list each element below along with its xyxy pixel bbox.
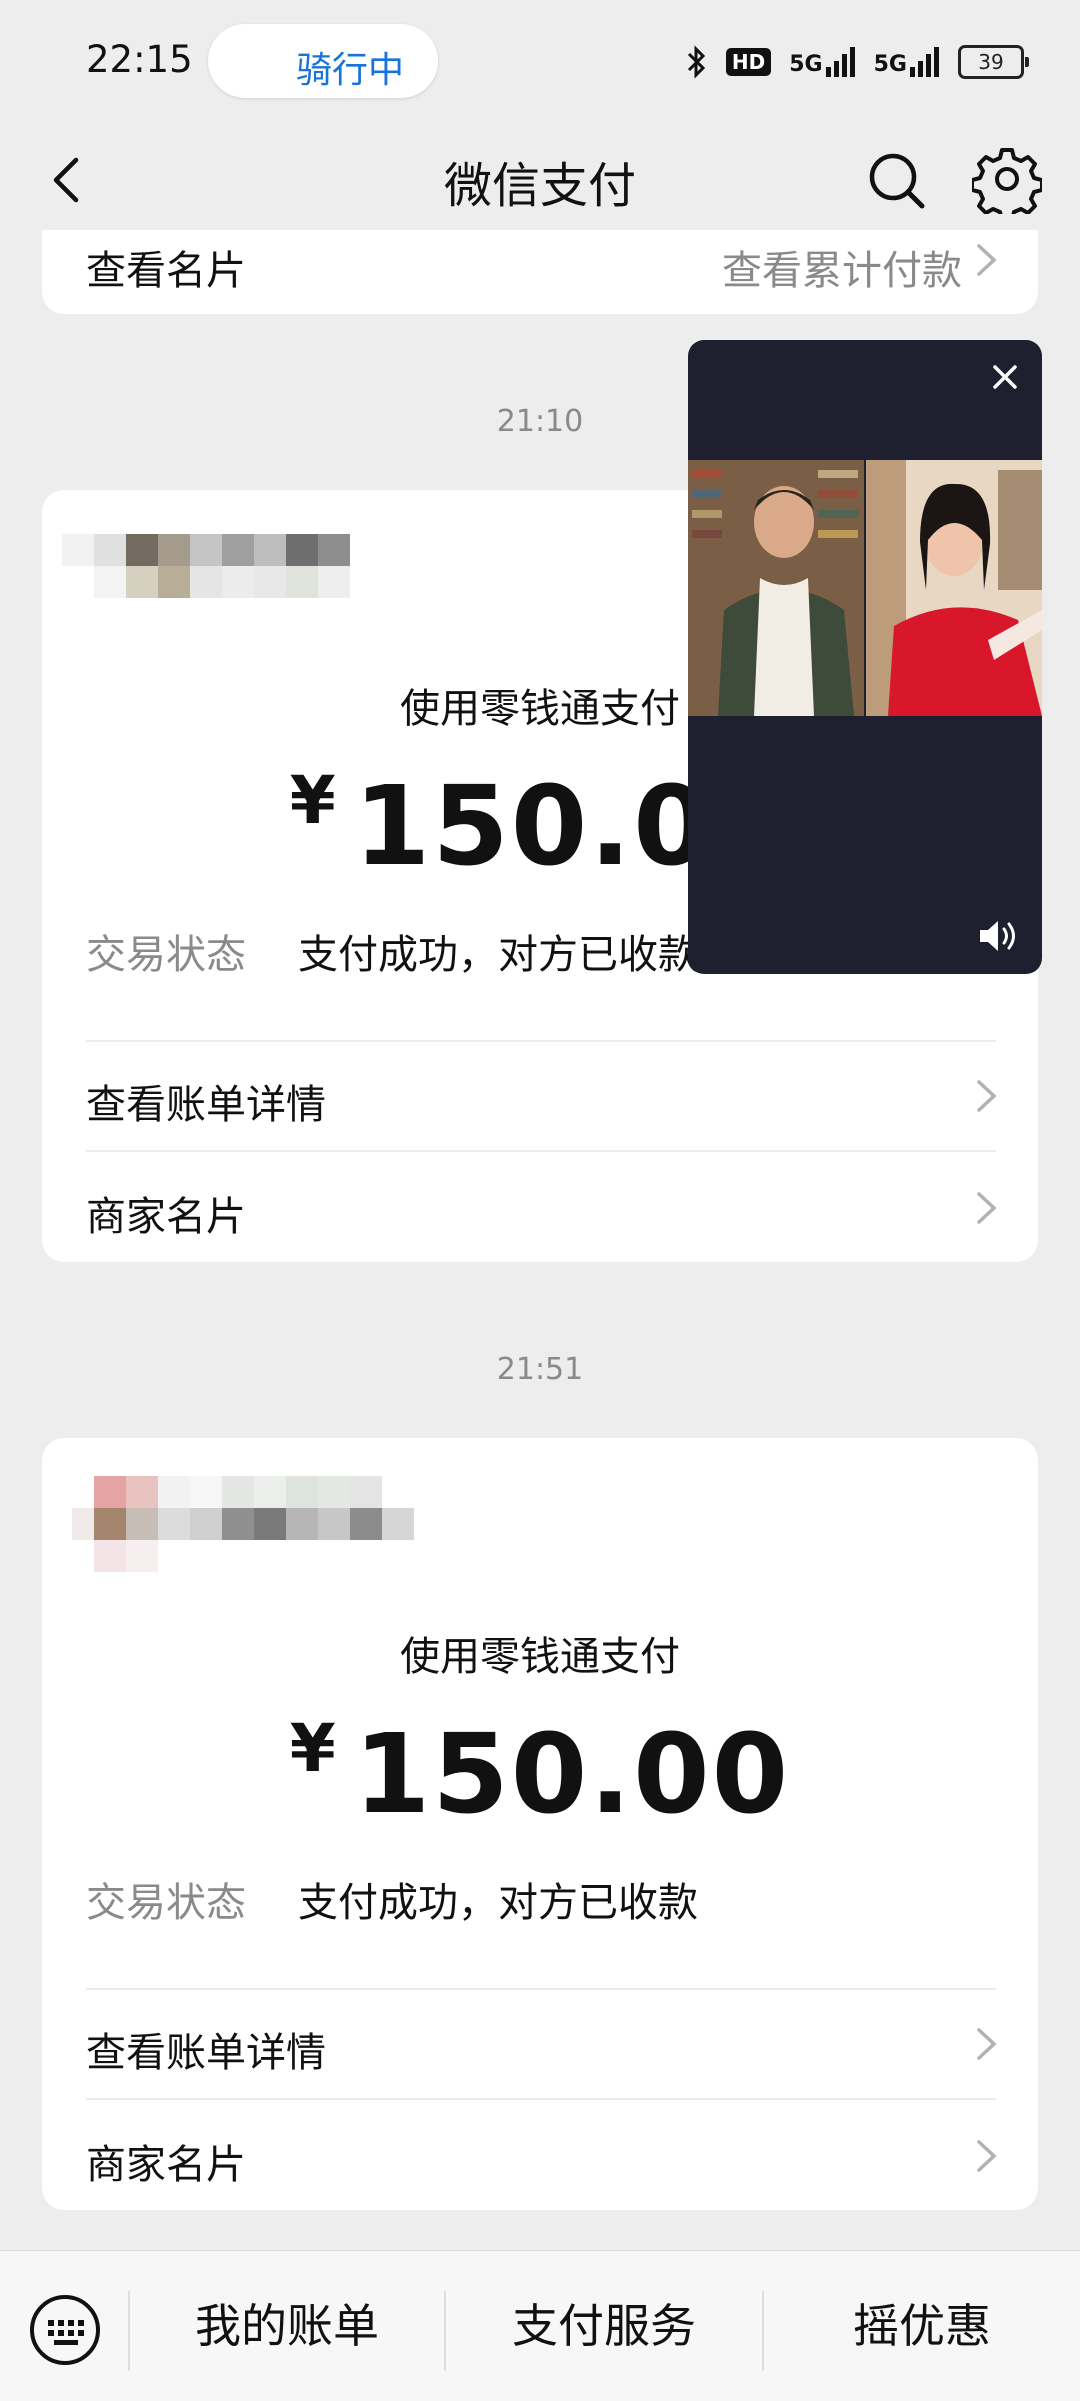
search-icon[interactable] (862, 146, 932, 216)
transaction-card-2: 使用零钱通支付 ¥150.00 交易状态 支付成功，对方已收款 查看账单详情 商… (42, 1438, 1038, 2210)
status-label: 交易状态 (86, 932, 246, 978)
status-value: 支付成功，对方已收款 (298, 932, 698, 978)
view-bill-details-row[interactable]: 查看账单详情 (42, 1990, 1038, 2098)
status-value: 支付成功，对方已收款 (298, 1880, 698, 1926)
keyboard-icon[interactable] (28, 2293, 102, 2367)
merchant-card-row[interactable]: 商家名片 (42, 1152, 1038, 1262)
battery-icon: 39 (958, 45, 1029, 79)
status-bar: 22:15 骑行中 HD 5G 5G 39 (0, 0, 1080, 120)
view-card-link[interactable]: 查看名片 (86, 238, 246, 296)
merchant-card-row[interactable]: 商家名片 (42, 2100, 1038, 2210)
bottom-menu-bar: 我的账单 支付服务 摇优惠 (0, 2250, 1080, 2401)
view-bill-details-label: 查看账单详情 (86, 1082, 326, 1128)
view-total-payments-link[interactable]: 查看累计付款 (722, 238, 962, 296)
previous-transaction-card: 查看名片 查看累计付款 (42, 230, 1038, 314)
video-feed (688, 460, 1042, 716)
chevron-right-icon (977, 2028, 997, 2060)
chevron-right-icon (977, 244, 997, 276)
nav-bar: 微信支付 (0, 120, 1080, 240)
payment-amount: ¥150.00 (42, 1710, 1038, 1838)
speaker-icon[interactable] (976, 916, 1022, 956)
signal-5g-icon-1: 5G (789, 47, 855, 77)
view-bill-details-label: 查看账单详情 (86, 2030, 326, 2076)
amount-value: 150.00 (353, 1710, 791, 1838)
merchant-card-label: 商家名片 (86, 1194, 246, 1240)
gear-icon[interactable] (972, 144, 1042, 214)
status-label: 交易状态 (86, 1880, 246, 1926)
tab-shake-deals[interactable]: 摇优惠 (764, 2251, 1080, 2401)
chevron-right-icon (977, 1192, 997, 1224)
status-time: 22:15 (86, 38, 193, 81)
tab-my-bills[interactable]: 我的账单 (130, 2251, 444, 2401)
riding-status-label: 骑行中 (296, 50, 405, 91)
riding-status-pill[interactable]: 骑行中 (208, 24, 438, 98)
timestamp-2: 21:51 (496, 1352, 584, 1387)
close-icon[interactable] (988, 360, 1022, 394)
merchant-name-blurred (42, 1472, 422, 1572)
floating-video-window[interactable] (688, 340, 1042, 974)
currency-symbol: ¥ (289, 1710, 336, 1787)
view-bill-details-row[interactable]: 查看账单详情 (42, 1042, 1038, 1150)
hd-voice-icon: HD (725, 48, 772, 76)
merchant-name-blurred (42, 530, 362, 600)
bluetooth-icon (687, 45, 706, 79)
signal-5g-icon-2: 5G (874, 47, 940, 77)
payment-method: 使用零钱通支付 (400, 1634, 680, 1680)
chevron-right-icon (977, 1080, 997, 1112)
tab-payment-services[interactable]: 支付服务 (446, 2251, 762, 2401)
currency-symbol: ¥ (289, 762, 336, 839)
system-icons: HD 5G 5G 39 (686, 38, 1029, 86)
chevron-right-icon (977, 2140, 997, 2172)
merchant-card-label: 商家名片 (86, 2142, 246, 2188)
